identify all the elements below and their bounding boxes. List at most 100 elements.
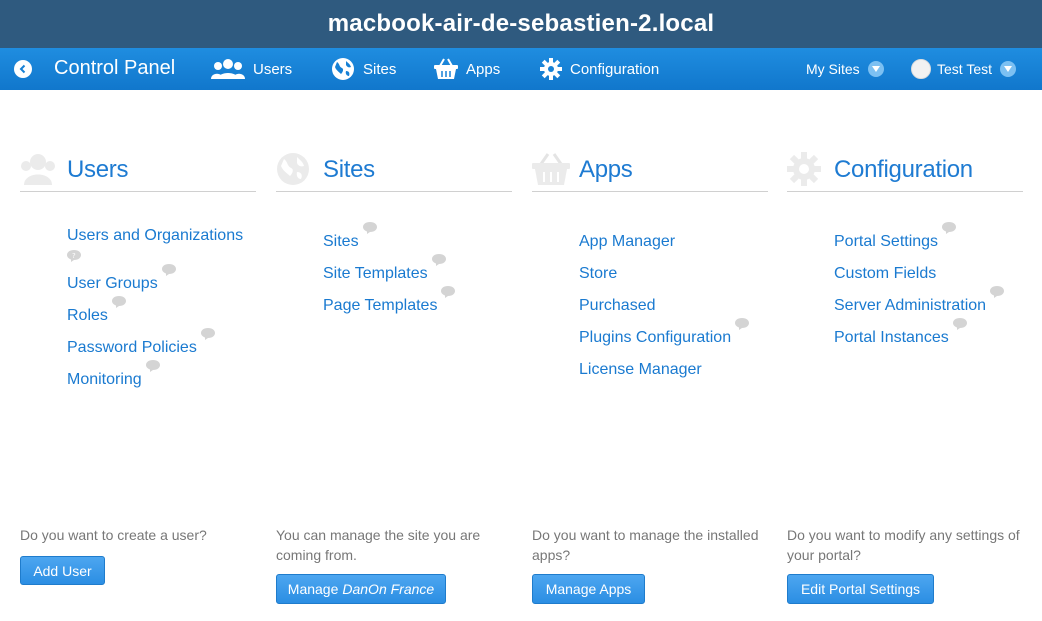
list-item[interactable]: Portal Instances bbox=[834, 318, 1023, 354]
sites-links: Sites Site Templates Page Templates bbox=[276, 222, 512, 322]
window-title: macbook-air-de-sebastien-2.local bbox=[327, 10, 715, 37]
manage-apps-button[interactable]: Manage Apps bbox=[532, 574, 645, 604]
list-item[interactable]: Users and Organizations ? bbox=[67, 226, 256, 262]
list-item[interactable]: Server Administration bbox=[834, 286, 1023, 322]
link-site-templates[interactable]: Site Templates bbox=[323, 265, 428, 282]
link-plugins-configuration[interactable]: Plugins Configuration bbox=[579, 329, 731, 346]
chevron-down-icon bbox=[867, 61, 884, 77]
users-icon bbox=[211, 59, 245, 79]
help-icon[interactable] bbox=[161, 264, 176, 276]
gear-icon bbox=[540, 58, 562, 80]
manage-site-button-site: DanOn France bbox=[342, 581, 435, 597]
basket-icon bbox=[532, 153, 570, 185]
users-links: Users and Organizations ? User Groups Ro… bbox=[20, 226, 256, 396]
list-item[interactable]: Site Templates bbox=[323, 254, 512, 290]
nav-users-label: Users bbox=[253, 60, 293, 78]
help-icon[interactable] bbox=[952, 318, 967, 330]
list-item[interactable]: Roles bbox=[67, 296, 256, 332]
apps-links: App Manager Store Purchased Plugins Conf… bbox=[532, 226, 768, 386]
my-sites-label: My Sites bbox=[806, 61, 860, 77]
nav-sites-label: Sites bbox=[363, 60, 397, 78]
link-monitoring[interactable]: Monitoring bbox=[67, 371, 142, 388]
gear-icon bbox=[787, 152, 821, 186]
apps-footer-text: Do you want to manage the installed apps… bbox=[532, 527, 759, 563]
nav-sites[interactable]: Sites bbox=[331, 48, 396, 90]
configuration-links: Portal Settings Custom Fields Server Adm… bbox=[787, 222, 1023, 354]
list-item[interactable]: Sites bbox=[323, 222, 512, 258]
users-section-title: Users bbox=[67, 156, 129, 183]
sites-section-header: Sites bbox=[276, 150, 512, 192]
nav-users[interactable]: Users bbox=[211, 48, 292, 90]
link-custom-fields[interactable]: Custom Fields bbox=[834, 265, 936, 282]
users-section: Users Users and Organizations ? User Gro… bbox=[20, 150, 256, 396]
help-icon[interactable] bbox=[735, 318, 750, 330]
basket-icon bbox=[434, 58, 458, 79]
help-icon[interactable] bbox=[111, 296, 126, 308]
globe-icon bbox=[277, 153, 309, 185]
help-icon[interactable] bbox=[431, 254, 446, 266]
users-icon bbox=[21, 154, 55, 185]
window-title-bar: macbook-air-de-sebastien-2.local bbox=[0, 0, 1042, 48]
globe-icon bbox=[332, 58, 354, 80]
help-icon[interactable] bbox=[145, 360, 160, 372]
link-server-administration[interactable]: Server Administration bbox=[834, 297, 986, 314]
link-portal-settings[interactable]: Portal Settings bbox=[834, 233, 938, 250]
link-license-manager[interactable]: License Manager bbox=[579, 361, 702, 378]
sites-footer-text: You can manage the site you are coming f… bbox=[276, 527, 481, 563]
list-item[interactable]: Monitoring bbox=[67, 360, 256, 396]
list-item[interactable]: Portal Settings bbox=[834, 222, 1023, 258]
apps-section-header: Apps bbox=[532, 150, 768, 192]
my-sites-dropdown[interactable]: My Sites bbox=[806, 48, 884, 90]
sites-section: Sites Sites Site Templates Page Template… bbox=[276, 150, 512, 322]
edit-portal-settings-button[interactable]: Edit Portal Settings bbox=[787, 574, 934, 604]
configuration-section: Configuration Portal Settings Custom Fie… bbox=[787, 150, 1023, 354]
nav-apps[interactable]: Apps bbox=[434, 48, 500, 90]
nav-configuration[interactable]: Configuration bbox=[540, 48, 659, 90]
nav-apps-label: Apps bbox=[466, 60, 501, 78]
help-icon[interactable] bbox=[200, 328, 215, 340]
list-item[interactable]: Plugins Configuration bbox=[579, 318, 768, 354]
list-item[interactable]: License Manager bbox=[579, 354, 768, 386]
apps-section: Apps App Manager Store Purchased Plugins… bbox=[532, 150, 768, 386]
users-section-header: Users bbox=[20, 150, 256, 192]
nav-configuration-label: Configuration bbox=[570, 60, 660, 78]
users-footer-text: Do you want to create a user? bbox=[20, 527, 207, 543]
apps-section-title: Apps bbox=[579, 156, 633, 183]
user-name: Test Test bbox=[937, 61, 992, 77]
avatar bbox=[911, 59, 931, 79]
control-panel-navbar: Control Panel Users Sites Apps Configura… bbox=[0, 48, 1042, 90]
add-user-button[interactable]: Add User bbox=[20, 556, 105, 585]
help-icon[interactable]: ? bbox=[67, 250, 81, 262]
svg-text:?: ? bbox=[72, 252, 76, 260]
list-item[interactable]: Password Policies bbox=[67, 328, 256, 364]
help-icon[interactable] bbox=[942, 222, 957, 234]
list-item[interactable]: User Groups bbox=[67, 264, 256, 300]
chevron-left-icon bbox=[19, 64, 26, 74]
manage-site-button[interactable]: Manage DanOn France bbox=[276, 574, 446, 604]
list-item[interactable]: App Manager bbox=[579, 226, 768, 258]
back-button[interactable] bbox=[14, 60, 32, 78]
link-app-manager[interactable]: App Manager bbox=[579, 233, 675, 250]
sites-section-title: Sites bbox=[323, 156, 375, 183]
help-icon[interactable] bbox=[441, 286, 456, 298]
list-item[interactable]: Store bbox=[579, 258, 768, 290]
control-panel-title: Control Panel bbox=[54, 57, 176, 79]
link-sites[interactable]: Sites bbox=[323, 233, 359, 250]
link-store[interactable]: Store bbox=[579, 265, 617, 282]
configuration-footer-text: Do you want to modify any settings of yo… bbox=[787, 527, 1020, 563]
link-password-policies[interactable]: Password Policies bbox=[67, 339, 197, 356]
link-purchased[interactable]: Purchased bbox=[579, 297, 656, 314]
link-portal-instances[interactable]: Portal Instances bbox=[834, 329, 949, 346]
user-menu-dropdown[interactable]: Test Test bbox=[911, 48, 1016, 90]
manage-site-button-label: Manage bbox=[287, 581, 339, 597]
chevron-down-icon bbox=[1000, 61, 1016, 77]
help-icon[interactable] bbox=[990, 286, 1005, 298]
link-page-templates[interactable]: Page Templates bbox=[323, 297, 437, 314]
configuration-section-header: Configuration bbox=[787, 150, 1023, 192]
link-user-groups[interactable]: User Groups bbox=[67, 275, 158, 292]
list-item[interactable]: Page Templates bbox=[323, 286, 512, 322]
configuration-section-title: Configuration bbox=[834, 156, 973, 183]
link-users-and-organizations[interactable]: Users and Organizations bbox=[67, 227, 243, 244]
link-roles[interactable]: Roles bbox=[67, 307, 108, 324]
help-icon[interactable] bbox=[362, 222, 377, 234]
